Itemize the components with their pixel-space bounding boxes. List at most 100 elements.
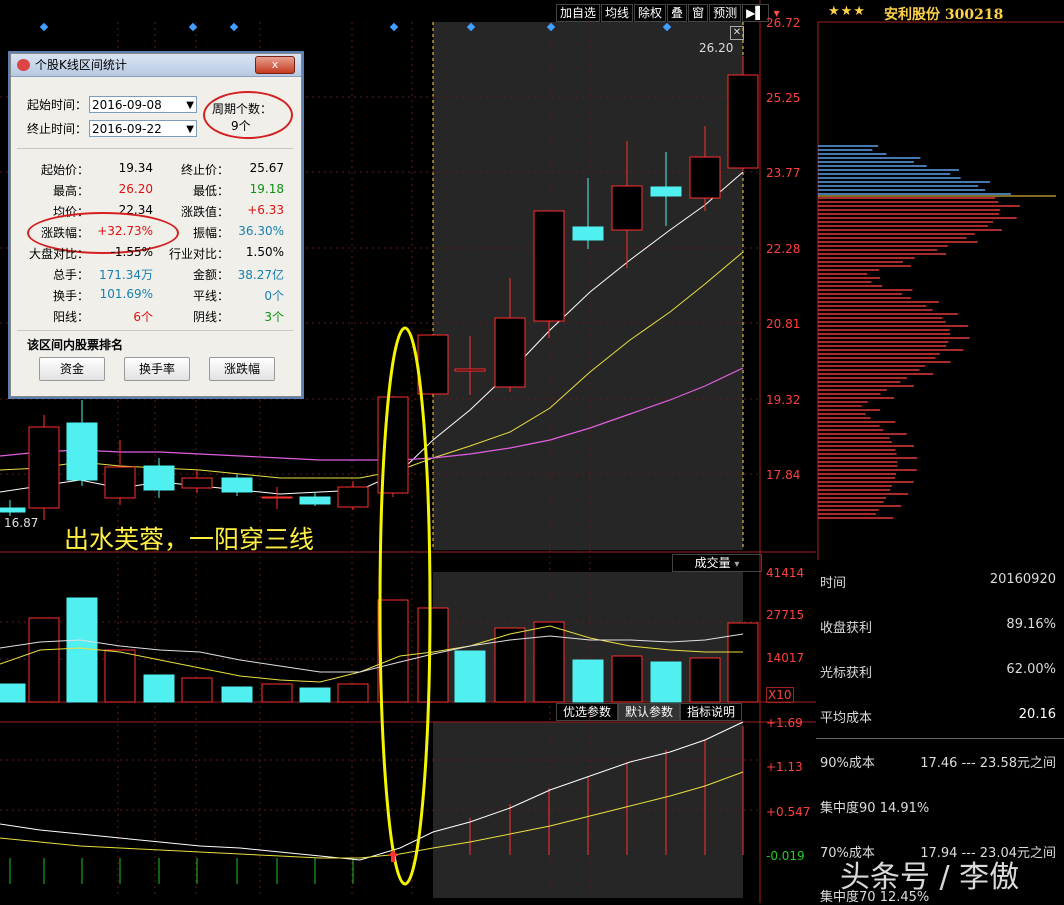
info-label: 平均成本 [820,711,873,726]
candle-body [689,156,721,199]
candle-body [0,507,26,513]
volume-bar [66,597,98,703]
chip-distribution-chart [817,21,1064,560]
candle-body [221,477,253,493]
turnover-value: 101.69% [99,287,153,301]
candle-body [494,317,526,388]
chevron-down-icon: ▼ [186,100,194,111]
volume-axis-label: 27715 [766,608,805,622]
volume-bar [650,661,682,703]
ma-button[interactable]: 均线 [601,4,634,22]
dialog-titlebar[interactable]: 个股K线区间统计 x [11,54,301,77]
price-axis-label: 19.32 [766,393,801,407]
candle-body [727,74,759,169]
volume-bar [533,621,565,703]
market-cmp-value: -1.55% [110,245,153,259]
candle-body [650,186,682,197]
add-favorite-button[interactable]: 加自选 [556,4,601,22]
dialog-title: 个股K线区间统计 [35,58,127,72]
volume-bar [261,683,293,703]
low-value: 19.18 [249,182,284,196]
pin-icon[interactable]: ▶▌ [742,4,769,22]
window-button[interactable]: 窗 [688,4,709,22]
volume-bar [417,607,449,703]
info-value: 20160920 [989,572,1056,587]
tab-indicator-help[interactable]: 指标说明 [680,703,743,721]
volume-bar [611,655,643,703]
candle-body [66,422,98,481]
volume-bar [28,617,60,703]
start-time-label: 起始时间： [27,98,88,112]
start-time-select[interactable]: 2016-09-08 ▼ [89,96,197,113]
divider [17,330,293,331]
info-value: 20.16 [1018,707,1056,722]
industry-cmp-value: 1.50% [245,245,284,259]
start-time-value: 2016-09-08 [92,98,162,112]
low-price-marker: 16.87 [4,516,39,530]
tab-default-params[interactable]: 默认参数 [618,703,681,721]
price-axis-label: 22.28 [766,242,801,256]
price-axis-label: 23.77 [766,166,801,180]
dialog-close-button[interactable]: x [255,56,295,74]
volume-bar [0,683,26,703]
info-label: 集中度90 [820,801,876,816]
divider [816,738,1064,739]
volume-indicator-select[interactable]: 成交量 ▾ [672,554,762,572]
indicator-axis-label: -0.019 [766,849,805,863]
candle-body [417,334,449,395]
rating-stars: ★★★ [828,4,866,19]
price-axis-label: 17.84 [766,468,801,482]
high-value: 26.20 [118,182,153,196]
info-label: 光标获利 [820,666,873,681]
volume-bar [454,650,486,703]
period-highlight-ellipse [203,91,293,139]
overlay-button[interactable]: 叠 [667,4,688,22]
tab-preferred-params[interactable]: 优选参数 [556,703,619,721]
app-icon [17,59,30,71]
start-price-value: 19.34 [118,161,153,175]
chart-toolbar: 加自选 均线 除权 叠 窗 预测 ▶▌ ▾ [556,4,785,22]
close-icon[interactable]: ✕ [730,26,744,40]
volume-value: 171.34万 [99,268,153,282]
volume-bar [181,677,213,703]
up-value: 6个 [133,310,153,324]
volume-bar [299,687,331,703]
divider [17,148,293,149]
signal-arrow-icon [388,850,398,862]
candle-body [533,210,565,322]
rank-by-turnover-button[interactable]: 换手率 [124,357,190,381]
info-conc90: 集中度90 14.91% [820,797,1056,816]
price-axis-label: 26.72 [766,16,801,30]
volume-label: 成交量 [694,556,731,570]
info-label: 90%成本 [820,756,875,771]
info-value: 89.16% [1006,617,1056,632]
stock-name[interactable]: 安利股份 300218 [884,4,1003,24]
end-time-select[interactable]: 2016-09-22 ▼ [89,120,197,137]
rank-by-fund-button[interactable]: 资金 [39,357,105,381]
indicator-axis-label: +1.13 [766,760,803,774]
info-avg-cost: 平均成本 20.16 [820,707,1056,726]
chevron-down-icon: ▼ [186,124,194,135]
volume-bar [337,683,369,703]
rank-by-change-button[interactable]: 涨跌幅 [209,357,275,381]
price-axis-label: 25.25 [766,91,801,105]
info-label: 时间 [820,576,847,591]
candle-body [454,368,486,372]
info-value: 62.00% [1006,662,1056,677]
end-time-label: 终止时间： [27,122,88,136]
volume-bar [727,622,759,703]
candle-body [143,465,175,491]
forecast-button[interactable]: 预测 [709,4,742,22]
end-time-value: 2016-09-22 [92,122,162,136]
candle-body [261,496,293,499]
volume-bar [689,657,721,703]
volume-axis-label: 14017 [766,651,805,665]
ex-rights-button[interactable]: 除权 [634,4,667,22]
info-time: 时间 20160920 [820,572,1056,591]
watermark: 头条号 / 李傲 [840,860,1020,895]
info-cost90: 90%成本 17.46 --- 23.58元之间 [820,752,1056,771]
marker-diamond-icon [389,22,399,32]
marker-diamond-icon [39,22,49,32]
info-label: 收盘获利 [820,621,873,636]
high-price-marker: 26.20 [699,41,734,55]
